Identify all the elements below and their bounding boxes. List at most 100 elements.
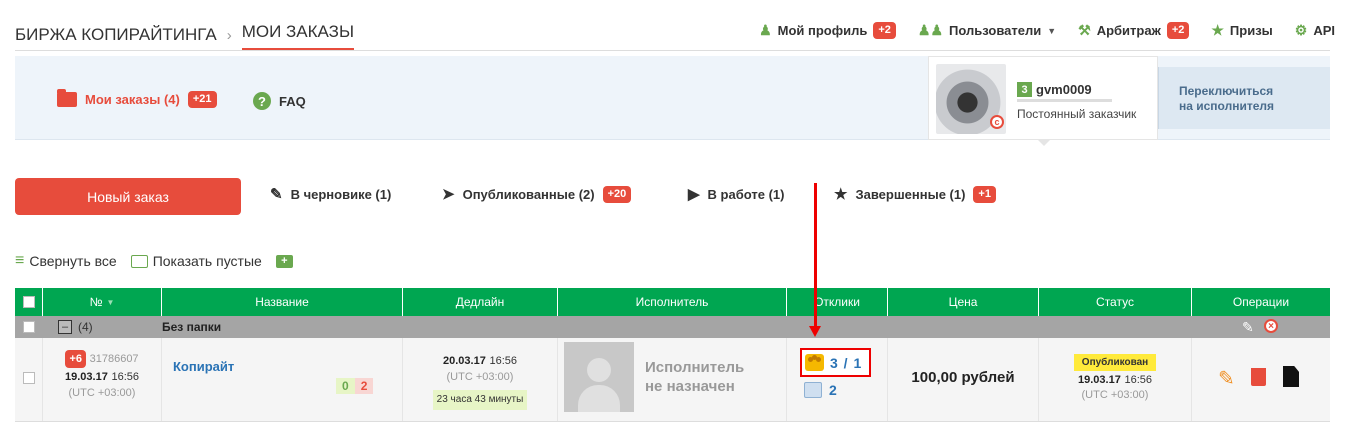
table-tools: ≡ Свернуть все Показать пустые + [15, 252, 303, 270]
header-deadline: Дедлайн [403, 288, 558, 316]
annotation-arrow-line [814, 183, 817, 328]
folder-plus-icon: + [275, 254, 293, 268]
table-row: +6 31786607 19.03.17 16:56 (UTC +03:00) … [15, 338, 1330, 422]
filter-drafts-label: В черновике (1) [290, 186, 392, 202]
nav-profile-badge: +2 [873, 22, 896, 39]
pencil-icon: ✎ [270, 186, 283, 203]
my-orders-label: Мои заказы (4) [85, 92, 180, 107]
row-status-cell: Опубликован 19.03.17 16:56 (UTC +03:00) [1039, 338, 1192, 421]
nav-profile[interactable]: ♟ Мой профиль +2 [759, 22, 896, 39]
header-select-all [15, 288, 43, 316]
user-icon: ♟ [759, 22, 772, 38]
filter-completed-badge: +1 [973, 185, 996, 203]
filter-drafts[interactable]: ✎ В черновике (1) [270, 185, 391, 203]
nav-arbitrage[interactable]: ⚒ Арбитраж +2 [1078, 22, 1190, 39]
folder-outline-icon [130, 254, 148, 268]
faq-link[interactable]: ? FAQ [253, 92, 306, 110]
nav-arbitrage-badge: +2 [1166, 22, 1190, 39]
stack-icon: ≡ [15, 252, 25, 269]
collapse-all-button[interactable]: ≡ Свернуть все [15, 252, 117, 270]
user-role: Постоянный заказчик [1017, 107, 1137, 121]
gavel-icon: ⚒ [1078, 22, 1091, 38]
executor-line-2: не назначен [645, 378, 735, 395]
nav-api[interactable]: ⚙ API [1295, 22, 1335, 39]
status-timezone: (UTC +03:00) [1081, 389, 1149, 401]
switch-role-button[interactable]: Переключиться на исполнителя [1158, 67, 1330, 129]
avatar-body-shape [578, 385, 620, 412]
responses-link[interactable]: 3 / 1 [800, 348, 871, 377]
my-orders-badge: +21 [187, 91, 217, 108]
nav-prizes[interactable]: ★ Призы [1211, 22, 1272, 39]
row-deadline-cell: 20.03.17 16:56 (UTC +03:00) 23 часа 43 м… [403, 338, 558, 421]
document-icon[interactable] [1283, 366, 1299, 387]
switch-role-label: Переключиться на исполнителя [1179, 84, 1274, 114]
folder-edit-icon[interactable]: ✎ [1242, 319, 1254, 336]
nav-profile-label: Мой профиль [777, 23, 868, 38]
responses-edit-link[interactable]: 2 [804, 382, 838, 398]
row-responses-cell: 3 / 1 2 [787, 338, 888, 421]
edit-note-icon [804, 382, 822, 398]
breadcrumb-root[interactable]: БИРЖА КОПИРАЙТИНГА [15, 25, 217, 45]
filter-in-progress[interactable]: ▶ В работе (1) [688, 185, 784, 203]
nav-users[interactable]: ♟♟ Пользователи ▼ [918, 22, 1056, 39]
faq-label: FAQ [279, 93, 306, 109]
header-responses: Отклики [787, 288, 888, 316]
chevron-down-icon: ▼ [1047, 25, 1057, 36]
deadline-date: 20.03.17 [443, 355, 486, 367]
row-title-cell: Копирайт 0 2 [162, 338, 403, 421]
order-title-link[interactable]: Копирайт [173, 359, 234, 374]
gear-icon: ⚙ [1294, 22, 1308, 38]
row-operations-cell: ✎ [1192, 338, 1330, 421]
avatar-head-shape [587, 358, 611, 382]
filter-published-badge: +20 [602, 185, 632, 203]
my-orders-link[interactable]: Мои заказы (4) +21 [57, 89, 217, 108]
show-empty-button[interactable]: Показать пустые [130, 253, 262, 269]
new-order-button[interactable]: Новый заказ [15, 178, 241, 215]
row-number-cell: +6 31786607 19.03.17 16:56 (UTC +03:00) [43, 338, 162, 421]
responses-edit-count: 2 [829, 382, 838, 398]
nav-users-label: Пользователи [949, 23, 1042, 38]
trash-icon[interactable] [1251, 368, 1266, 386]
header-title: Название [162, 288, 403, 316]
filter-in-progress-label: В работе (1) [707, 186, 785, 202]
paper-plane-icon: ➤ [442, 186, 455, 203]
filter-published[interactable]: ➤ Опубликованные (2) +20 [442, 185, 632, 203]
table-header: № ▼ Название Дедлайн Исполнитель Отклики … [15, 288, 1330, 316]
executor-status: Исполнитель не назначен [645, 358, 744, 396]
row-checkbox[interactable] [23, 372, 35, 384]
row-select-cell [15, 338, 43, 421]
breadcrumb-separator: › [226, 26, 232, 44]
edit-pencil-icon[interactable]: ✎ [1218, 366, 1235, 391]
username[interactable]: gvm0009 [1036, 82, 1092, 97]
filter-completed[interactable]: ★ Завершенные (1) +1 [834, 185, 996, 203]
trophy-icon: ★ [834, 186, 848, 203]
select-all-checkbox[interactable] [22, 296, 35, 308]
row-id: 31786607 [89, 353, 139, 365]
row-time: 16:56 [111, 371, 139, 383]
folder-checkbox[interactable] [23, 321, 35, 333]
level-badge: 3 [1017, 82, 1032, 97]
profile-card: c 3 gvm0009 Постоянный заказчик [928, 56, 1158, 140]
header-number-label: № [89, 295, 103, 309]
collapse-folder-icon[interactable]: – [58, 320, 72, 334]
executor-line-1: Исполнитель [645, 359, 745, 376]
folder-delete-icon[interactable]: × [1264, 319, 1278, 333]
rank-progress-bar [1017, 99, 1112, 102]
deadline-timezone: (UTC +03:00) [446, 371, 514, 383]
header-divider [15, 50, 1330, 51]
breadcrumb-current: МОИ ЗАКАЗЫ [241, 22, 355, 50]
status-time: 16:56 [1124, 374, 1152, 386]
users-icon [805, 354, 824, 371]
header-number[interactable]: № ▼ [43, 288, 162, 316]
breadcrumb: БИРЖА КОПИРАЙТИНГА › МОИ ЗАКАЗЫ [15, 22, 355, 50]
top-bar: БИРЖА КОПИРАЙТИНГА › МОИ ЗАКАЗЫ ♟ Мой пр… [0, 0, 1355, 50]
nav-api-label: API [1313, 23, 1335, 38]
add-folder-button[interactable]: + [275, 254, 293, 268]
filter-completed-label: Завершенные (1) [855, 186, 966, 202]
folder-toggle-cell: – (4) [43, 320, 162, 334]
deadline-remaining: 23 часа 43 минуты [432, 390, 528, 410]
nav-prizes-label: Призы [1229, 23, 1273, 38]
folder-count: (4) [78, 320, 93, 334]
row-timezone: (UTC +03:00) [68, 387, 136, 399]
switch-role-line-2: на исполнителя [1179, 99, 1275, 113]
